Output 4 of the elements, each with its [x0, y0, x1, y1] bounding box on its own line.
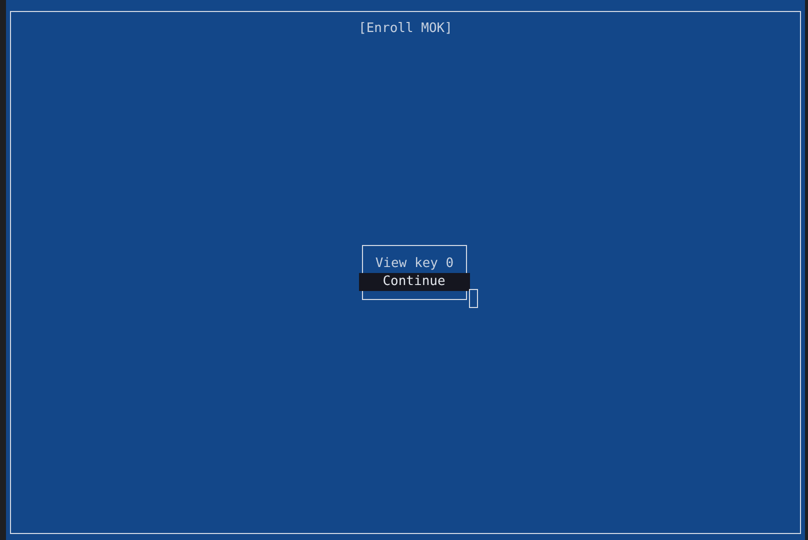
text-cursor — [469, 289, 478, 308]
menu-item[interactable]: Continue — [358, 273, 470, 291]
screen-title: [Enroll MOK] — [358, 21, 452, 37]
menu-item[interactable]: View key 0 — [375, 255, 454, 273]
